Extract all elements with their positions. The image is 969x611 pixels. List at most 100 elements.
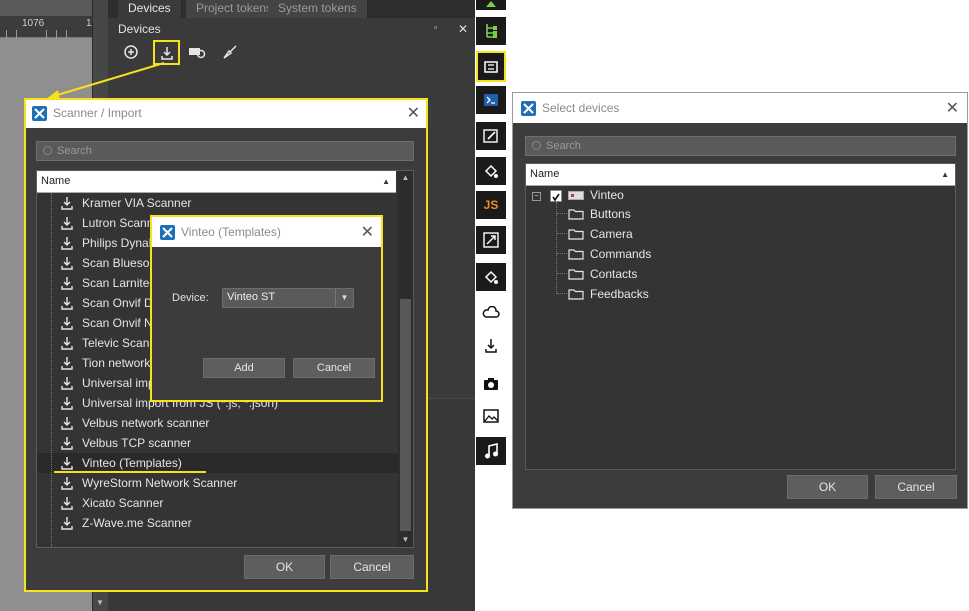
ok-button[interactable]: OK: [787, 475, 868, 499]
tree-item[interactable]: Camera: [526, 224, 946, 244]
scroll-down-icon[interactable]: ▼: [398, 535, 413, 544]
import-icon: [61, 337, 73, 350]
close-icon[interactable]: ✕: [946, 98, 959, 118]
list-item[interactable]: Velbus TCP scanner: [37, 433, 398, 453]
list-item[interactable]: Kramer VIA Scanner: [37, 193, 398, 213]
import-icon: [61, 357, 73, 370]
strip-button-screen-edit[interactable]: [476, 122, 506, 150]
collapse-icon[interactable]: −: [532, 192, 541, 201]
camera-icon: [484, 378, 498, 390]
tree-item[interactable]: Buttons: [526, 204, 946, 224]
list-item-label: Lutron Scann: [82, 216, 154, 230]
cancel-button[interactable]: Cancel: [330, 555, 414, 579]
dialog-titlebar: Vinteo (Templates) ✕: [152, 217, 382, 247]
list-item[interactable]: Z-Wave.me Scanner: [37, 513, 398, 533]
tree-item[interactable]: Commands: [526, 244, 946, 264]
list-item[interactable]: WyreStorm Network Scanner: [37, 473, 398, 493]
add-device-icon: [124, 45, 138, 59]
pin-icon[interactable]: ▫: [434, 22, 437, 32]
device-select[interactable]: Vinteo ST ▼: [222, 288, 354, 308]
list-item-label: Velbus network scanner: [82, 416, 210, 430]
list-item-label: Philips Dynal: [82, 236, 152, 250]
column-header-name[interactable]: Name ▲: [37, 171, 396, 193]
strip-button-cloud[interactable]: [476, 298, 506, 326]
strip-button-resize[interactable]: [476, 226, 506, 254]
tree-item-label: Buttons: [590, 207, 631, 221]
import-icon: [61, 477, 73, 490]
image-icon: [483, 409, 499, 423]
strip-button-js[interactable]: JS: [476, 191, 506, 219]
close-icon[interactable]: ✕: [361, 222, 374, 242]
import-icon: [61, 417, 73, 430]
cancel-button[interactable]: Cancel: [875, 475, 957, 499]
device-settings-button[interactable]: [185, 40, 209, 64]
import-device-icon: [160, 46, 173, 60]
tab-devices[interactable]: Devices: [118, 0, 182, 18]
import-icon: [61, 297, 73, 310]
strip-button-camera[interactable]: [476, 370, 506, 398]
list-item-label: Tion network: [82, 356, 151, 370]
ok-button[interactable]: OK: [244, 555, 325, 579]
search-placeholder: Search: [57, 145, 92, 157]
clean-button[interactable]: [218, 40, 242, 64]
strip-button-terminal[interactable]: [476, 86, 506, 114]
list-item-label: Velbus TCP scanner: [82, 436, 191, 450]
list-item-label: Scan Onvif D: [82, 296, 153, 310]
dialog-titlebar: Scanner / Import ✕: [24, 98, 428, 128]
search-input[interactable]: Search: [525, 136, 956, 156]
selection-underline: [54, 471, 206, 473]
list-item[interactable]: Xicato Scanner: [37, 493, 398, 513]
list-item[interactable]: Vinteo (Templates): [37, 453, 398, 473]
check-icon: [552, 193, 560, 202]
strip-button-paint[interactable]: [476, 157, 506, 185]
js-icon: JS: [483, 198, 499, 212]
list-item[interactable]: Velbus network scanner: [37, 413, 398, 433]
strip-button-top[interactable]: [476, 0, 506, 10]
list-scrollbar[interactable]: ▲ ▼: [398, 171, 413, 547]
folder-icon: [568, 209, 584, 220]
close-icon[interactable]: ✕: [458, 22, 468, 36]
strip-button-paint-drop[interactable]: [476, 263, 506, 291]
tree-item[interactable]: Contacts: [526, 264, 946, 284]
dialog-titlebar: Select devices ✕: [513, 93, 967, 123]
paint-drop-icon: [484, 270, 498, 284]
tree-root-label[interactable]: Vinteo: [590, 188, 624, 202]
add-button[interactable]: Add: [203, 358, 285, 378]
list-item-label: Scan Bluesou: [82, 256, 157, 270]
import-icon: [61, 217, 73, 230]
folder-icon: [568, 229, 584, 240]
strip-button-image[interactable]: [476, 402, 506, 430]
tab-system-tokens[interactable]: System tokens: [268, 0, 368, 18]
scroll-down-icon[interactable]: ▼: [96, 598, 104, 607]
scroll-up-icon[interactable]: ▲: [398, 173, 413, 182]
app-icon: [160, 224, 175, 240]
scroll-thumb[interactable]: [400, 299, 411, 531]
tree-item-label: Contacts: [590, 267, 638, 281]
import-icon: [61, 317, 73, 330]
terminal-icon: [484, 94, 498, 106]
tree-item-label: Commands: [590, 247, 652, 261]
list-item-label: Universal imp: [82, 376, 155, 390]
import-icon: [61, 197, 73, 210]
root-checkbox[interactable]: [550, 190, 562, 202]
tree-item[interactable]: Feedbacks: [526, 284, 946, 304]
close-icon[interactable]: ✕: [407, 103, 420, 123]
strip-button-devices[interactable]: [476, 51, 506, 82]
strip-button-tree[interactable]: [476, 17, 506, 45]
column-header-name[interactable]: Name ▲: [526, 164, 955, 186]
tree-item-label: Feedbacks: [590, 287, 649, 301]
column-header-label: Name: [530, 168, 560, 180]
cancel-button[interactable]: Cancel: [293, 358, 375, 378]
chevron-down-icon[interactable]: ▼: [335, 289, 353, 307]
play-icon: [486, 1, 496, 7]
dialog-title: Vinteo (Templates): [181, 225, 281, 239]
ruler-track: [0, 16, 100, 38]
strip-button-download[interactable]: [476, 332, 506, 360]
clean-icon: [223, 45, 237, 59]
tree-item-label: Camera: [590, 227, 633, 241]
search-icon: [43, 146, 52, 155]
strip-button-music[interactable]: [476, 437, 506, 465]
ruler-value-left: 1076: [22, 18, 45, 29]
search-input[interactable]: Search: [36, 141, 414, 161]
list-item-label: WyreStorm Network Scanner: [82, 476, 238, 490]
